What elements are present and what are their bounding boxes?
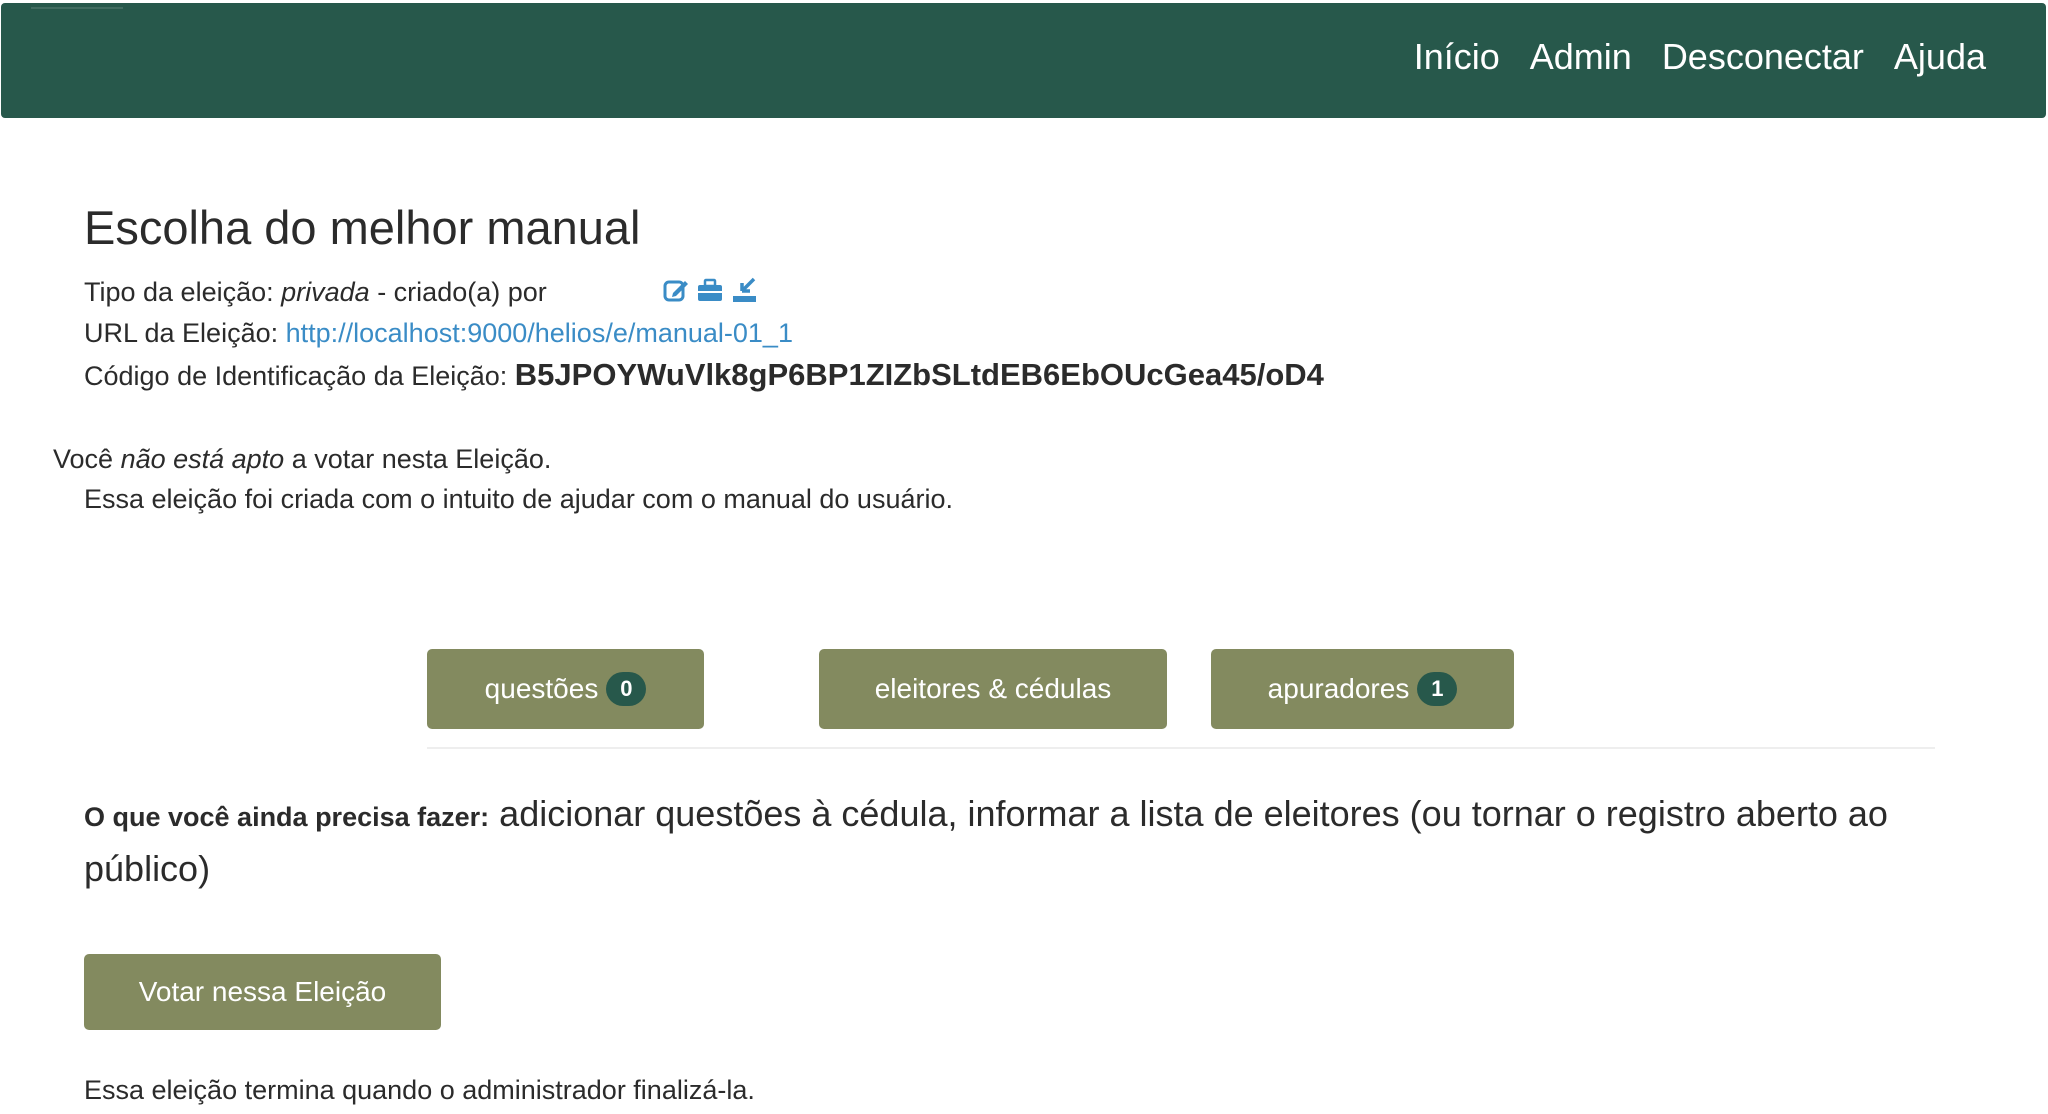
election-end-note: Essa eleição termina quando o administra…: [84, 1075, 755, 1105]
election-type-line: Tipo da eleição: privada - criado(a) por: [84, 274, 547, 310]
eligibility-emphasis: não está apto: [120, 444, 285, 474]
voters-ballots-label: eleitores & cédulas: [874, 673, 1112, 704]
briefcase-icon[interactable]: [696, 276, 724, 304]
election-type-value: privada: [281, 277, 370, 307]
election-url-link[interactable]: http://localhost:9000/helios/e/manual-01…: [286, 318, 793, 348]
top-navbar: Início Admin Desconectar Ajuda: [1, 3, 2046, 118]
election-code-value: B5JPOYWuVlk8gP6BP1ZIZbSLtdEB6EbOUcGea45/…: [514, 357, 1324, 392]
election-description: Essa eleição foi criada com o intuito de…: [84, 484, 953, 514]
election-url-label: URL da Eleição:: [84, 318, 286, 348]
vote-button-label: Votar nessa Eleição: [138, 976, 387, 1007]
nav-link-admin[interactable]: Admin: [1530, 31, 1632, 83]
election-title: Escolha do melhor manual: [84, 201, 641, 254]
election-code-label: Código de Identificação da Eleição:: [84, 361, 515, 391]
todo-label: O que você ainda precisa fazer:: [84, 802, 490, 832]
todo-message: O que você ainda precisa fazer: adiciona…: [84, 788, 1984, 895]
election-type-label: Tipo da eleição:: [84, 277, 282, 307]
eligibility-status: Você não está apto a votar nesta Eleição…: [53, 441, 551, 477]
eligibility-prefix: Você: [53, 444, 121, 474]
vote-button[interactable]: Votar nessa Eleição: [84, 954, 441, 1030]
questions-label: questões: [484, 673, 599, 704]
election-actions: [662, 276, 758, 304]
download-icon[interactable]: [730, 276, 758, 304]
trustees-label: apuradores: [1267, 673, 1410, 704]
questions-count-badge: 0: [606, 672, 647, 706]
voters-ballots-button[interactable]: eleitores & cédulas: [819, 649, 1167, 729]
created-by-label: - criado(a) por: [369, 277, 547, 307]
eligibility-suffix: a votar nesta Eleição.: [284, 444, 552, 474]
navbar-decoration: [31, 7, 123, 9]
election-url-line: URL da Eleição: http://localhost:9000/he…: [84, 315, 793, 351]
trustees-count-badge: 1: [1417, 672, 1458, 706]
nav-link-desconectar[interactable]: Desconectar: [1662, 31, 1864, 83]
questions-button[interactable]: questões 0: [427, 649, 704, 729]
edit-icon[interactable]: [662, 276, 690, 304]
tabs-divider: [427, 747, 1935, 749]
nav-links: Início Admin Desconectar Ajuda: [1414, 31, 1986, 83]
trustees-button[interactable]: apuradores 1: [1211, 649, 1514, 729]
election-code-line: Código de Identificação da Eleição: B5JP…: [84, 357, 1324, 394]
nav-link-inicio[interactable]: Início: [1414, 31, 1500, 83]
nav-link-ajuda[interactable]: Ajuda: [1894, 31, 1986, 83]
